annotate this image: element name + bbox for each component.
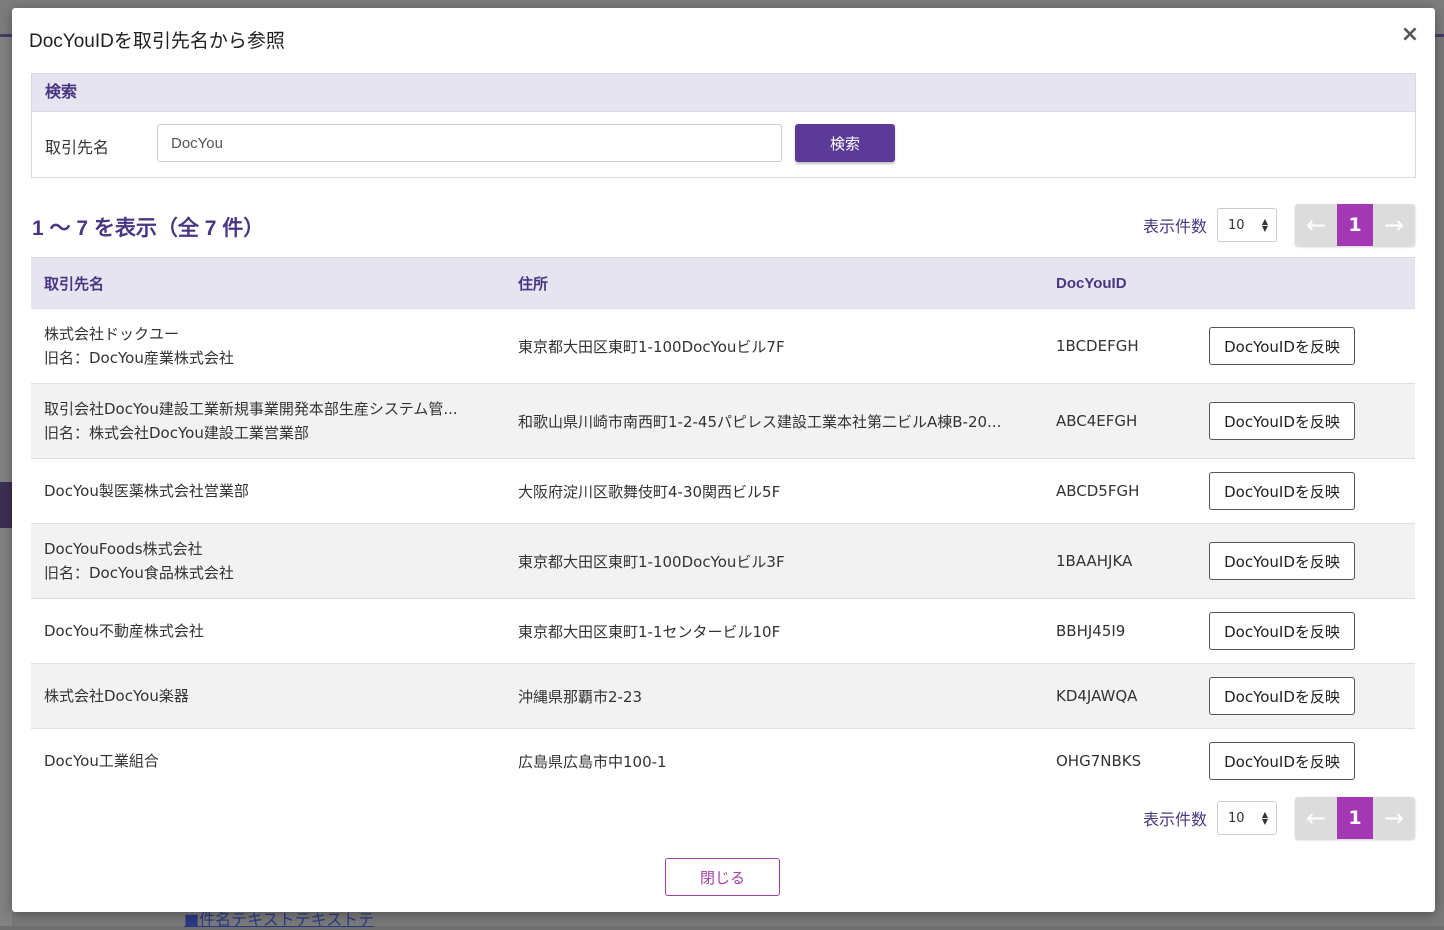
docyou-id: ABC4EFGH	[1056, 412, 1138, 430]
address: 東京都大田区東町1-100DocYouビル3F	[518, 552, 785, 571]
old-name: 旧名：DocYou食品株式会社	[44, 564, 234, 582]
results-table: 取引先名 住所 DocYouID 株式会社ドックユー 旧名：DocYou産業株式…	[31, 257, 1415, 793]
reflect-button[interactable]: DocYouIDを反映	[1209, 742, 1355, 780]
company-name: 取引会社DocYou建設工業新規事業開発本部生産システム管...	[44, 400, 458, 418]
reflect-button[interactable]: DocYouIDを反映	[1209, 472, 1355, 510]
docyou-id: OHG7NBKS	[1056, 752, 1142, 770]
per-page-select[interactable]: 10 ▲ ▼	[1217, 801, 1277, 835]
address: 大阪府淀川区歌舞伎町4-30関西ビル5F	[518, 482, 781, 501]
close-button[interactable]: 閉じる	[665, 858, 780, 896]
sort-arrows-icon: ▲ ▼	[1261, 810, 1268, 826]
table-header: 取引先名 住所 DocYouID	[31, 258, 1415, 308]
table-row: 取引会社DocYou建設工業新規事業開発本部生産システム管... 旧名：株式会社…	[31, 383, 1415, 458]
table-row: DocYou製医薬株式会社営業部 大阪府淀川区歌舞伎町4-30関西ビル5F AB…	[31, 458, 1415, 523]
search-label: 取引先名	[45, 138, 110, 157]
per-page-label: 表示件数	[1142, 810, 1207, 829]
per-page-label: 表示件数	[1142, 217, 1207, 236]
old-name: 旧名：株式会社DocYou建設工業営業部	[44, 424, 309, 442]
arrow-right-icon[interactable]: →	[1373, 797, 1415, 839]
close-icon[interactable]: ×	[1399, 24, 1421, 46]
arrow-left-icon[interactable]: ←	[1295, 204, 1337, 246]
reflect-button[interactable]: DocYouIDを反映	[1209, 612, 1355, 650]
docyou-id: KD4JAWQA	[1056, 687, 1138, 705]
reflect-button[interactable]: DocYouIDを反映	[1209, 402, 1355, 440]
company-name: DocYou不動産株式会社	[44, 622, 204, 640]
address: 広島県広島市中100-1	[518, 752, 667, 771]
address: 東京都大田区東町1-1センタービル10F	[518, 622, 781, 641]
arrow-left-icon[interactable]: ←	[1295, 797, 1337, 839]
pagination: ← 1 →	[1295, 204, 1415, 246]
reflect-button[interactable]: DocYouIDを反映	[1209, 327, 1355, 365]
search-button[interactable]: 検索	[795, 124, 895, 162]
pager-bottom: 表示件数 10 ▲ ▼ ← 1 →	[1143, 797, 1415, 839]
company-name: 株式会社ドックユー	[44, 325, 180, 343]
reference-modal: DocYouIDを取引先名から参照 × 検索 取引先名 検索 1 〜 7 を表示…	[12, 8, 1435, 912]
arrow-right-icon[interactable]: →	[1373, 204, 1415, 246]
table-row: DocYou工業組合 広島県広島市中100-1 OHG7NBKS DocYouI…	[31, 728, 1415, 793]
docyou-id: BBHJ45I9	[1056, 622, 1126, 640]
company-name: DocYou製医薬株式会社営業部	[44, 482, 249, 500]
table-row: DocYou不動産株式会社 東京都大田区東町1-1センタービル10F BBHJ4…	[31, 598, 1415, 663]
address: 沖縄県那覇市2-23	[518, 687, 643, 706]
search-panel: 検索 取引先名 検索	[31, 73, 1416, 178]
background-sidebar-active	[0, 482, 12, 528]
sort-arrows-icon: ▲ ▼	[1261, 217, 1268, 233]
search-heading: 検索	[32, 74, 1415, 112]
reflect-button[interactable]: DocYouIDを反映	[1209, 677, 1355, 715]
address: 和歌山県川崎市南西町1-2-45パピレス建設工業本社第二ビルA棟B-20...	[518, 412, 1002, 431]
table-row: 株式会社DocYou楽器 沖縄県那覇市2-23 KD4JAWQA DocYouI…	[31, 663, 1415, 728]
result-count: 1 〜 7 を表示（全 7 件）	[32, 217, 265, 240]
docyou-id: 1BAAHJKA	[1056, 552, 1133, 570]
table-row: 株式会社ドックユー 旧名：DocYou産業株式会社 東京都大田区東町1-100D…	[31, 308, 1415, 383]
page-button[interactable]: 1	[1337, 797, 1373, 839]
company-name: DocYou工業組合	[44, 752, 159, 770]
old-name: 旧名：DocYou産業株式会社	[44, 349, 234, 367]
column-name: 取引先名	[44, 275, 105, 293]
modal-title: DocYouIDを取引先名から参照	[29, 31, 285, 52]
docyou-id: 1BCDEFGH	[1056, 337, 1139, 355]
reflect-button[interactable]: DocYouIDを反映	[1209, 542, 1355, 580]
column-docyouid: DocYouID	[1056, 274, 1127, 292]
page-button[interactable]: 1	[1337, 204, 1373, 246]
per-page-select[interactable]: 10 ▲ ▼	[1217, 208, 1277, 242]
column-address: 住所	[518, 275, 549, 293]
company-name: 株式会社DocYou楽器	[44, 687, 189, 705]
search-input[interactable]	[157, 124, 782, 162]
pagination: ← 1 →	[1295, 797, 1415, 839]
company-name: DocYouFoods株式会社	[44, 540, 203, 558]
address: 東京都大田区東町1-100DocYouビル7F	[518, 337, 785, 356]
table-row: DocYouFoods株式会社 旧名：DocYou食品株式会社 東京都大田区東町…	[31, 523, 1415, 598]
pager-top: 表示件数 10 ▲ ▼ ← 1 →	[1143, 204, 1415, 246]
docyou-id: ABCD5FGH	[1056, 482, 1140, 500]
